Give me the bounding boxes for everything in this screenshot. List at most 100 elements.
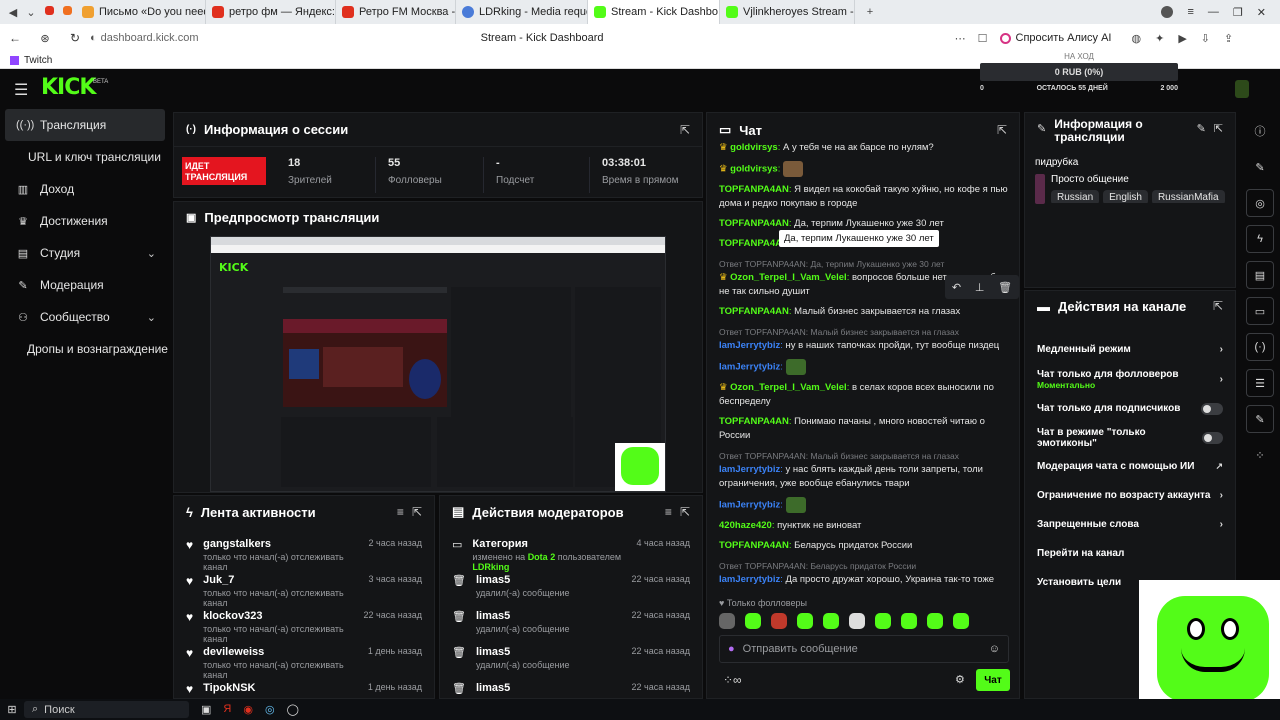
category-name[interactable]: Просто общение (1051, 174, 1225, 185)
chat-username[interactable]: TOPFANPA4AN (719, 416, 789, 427)
chat-username[interactable]: IamJerrytybiz (719, 464, 780, 475)
emote-button[interactable] (823, 613, 839, 629)
popout-icon[interactable]: ⇱ (1213, 299, 1223, 313)
start-icon[interactable]: ⊞ (0, 703, 24, 716)
emote-button[interactable] (771, 613, 787, 629)
community-points-icon[interactable]: ⁘∞ (723, 673, 742, 687)
app-icon[interactable]: ◯ (287, 703, 299, 716)
chat-message[interactable]: TOPFANPA4AN: Беларусь придаток России (719, 539, 1011, 553)
chat-username[interactable]: IamJerrytybiz (719, 500, 780, 511)
wrench-icon[interactable]: ✎ (1246, 405, 1274, 433)
action-account-age[interactable]: Ограничение по возрасту аккаунта › (1025, 481, 1235, 510)
action-emote-only[interactable]: Чат в режиме "только эмотиконы" (1025, 423, 1235, 452)
speaker-icon[interactable]: ◀ (4, 6, 22, 19)
lightning-icon[interactable]: ϟ (1246, 225, 1274, 253)
emote-button[interactable] (797, 613, 813, 629)
filter-icon[interactable]: ≡ (665, 505, 672, 519)
emote-button[interactable] (849, 613, 865, 629)
sidebar-item-drops[interactable]: Дропы и вознаграждение (0, 333, 170, 365)
action-banned-words[interactable]: Запрещенные слова › (1025, 510, 1235, 539)
hamburger-menu-icon[interactable]: ☰ (14, 80, 28, 100)
action-slow-mode[interactable]: Медленный режим › (1025, 335, 1235, 364)
chat-input[interactable]: ● Отправить сообщение ☺ (719, 635, 1009, 663)
chat-message[interactable]: TOPFANPA4AN: Понимаю пачаны , много ново… (719, 415, 1011, 443)
sidebar-item-studio[interactable]: ▤ Студия ⌄ (0, 237, 170, 269)
steam-icon[interactable]: ◎ (265, 703, 275, 716)
chat-username[interactable]: IamJerrytybiz (719, 574, 780, 585)
tag-chip[interactable]: RussianMafia (1151, 190, 1225, 203)
extensions-icon[interactable]: ✦ (1155, 32, 1164, 45)
tab-list-icon[interactable]: ⌄ (22, 6, 40, 19)
sidebar-item-url-key[interactable]: URL и ключ трансляции (0, 141, 170, 173)
reply-icon[interactable]: ↶ (952, 281, 961, 294)
restore-icon[interactable]: ❐ (1233, 6, 1243, 19)
tab-kick-watch[interactable]: Vjlinkheroyes Stream - Wa... (720, 0, 855, 24)
action-ai-moderation[interactable]: Модерация чата с помощью ИИ ↗ (1025, 452, 1235, 481)
activity-user[interactable]: TipokNSK (203, 682, 255, 694)
chat-message[interactable]: IamJerrytybiz: (719, 359, 1011, 375)
popout-icon[interactable]: ⇱ (997, 123, 1007, 137)
chat-message-list[interactable]: ♛ goldvirsys: А у тебя че на ак барсе по… (719, 141, 1011, 589)
shield-icon[interactable]: ⊛ (30, 32, 60, 45)
chat-username[interactable]: Ozon_Terpel_I_Vam_Velel (730, 272, 847, 283)
chat-username[interactable]: goldvirsys (730, 164, 778, 175)
mod-action-title[interactable]: limas5 (476, 682, 510, 694)
mod-action-game[interactable]: Dota 2 (528, 552, 556, 562)
broadcast-icon[interactable]: (·) (1246, 333, 1274, 361)
chat-message[interactable]: 420haze420: пунктик не виноват (719, 519, 1011, 533)
chat-message[interactable]: Ответ TOPFANPA4AN: Беларусь придаток Рос… (719, 559, 1011, 589)
close-window-icon[interactable]: ✕ (1257, 6, 1266, 19)
popout-icon[interactable]: ⇱ (680, 123, 690, 137)
tag-chip[interactable]: Russian (1051, 190, 1100, 203)
activity-user[interactable]: devileweiss (203, 646, 358, 658)
taskbar-search[interactable]: ⌕ Поиск (24, 701, 189, 718)
filter-icon[interactable]: ≡ (397, 505, 404, 519)
chat-message[interactable]: ♛ goldvirsys: (719, 161, 1011, 177)
pin-icon[interactable]: ⊥ (975, 281, 985, 294)
bookmark-icon[interactable]: ☐ (978, 32, 988, 45)
activity-user[interactable]: klockov323 (203, 610, 353, 622)
mod-action-user[interactable]: LDRking (472, 562, 509, 572)
chat-username[interactable]: TOPFANPA4AN (719, 540, 789, 551)
menu-icon[interactable]: ≡ (1187, 6, 1193, 19)
mod-action-title[interactable]: limas5 (476, 646, 570, 658)
chat-icon[interactable]: ▭ (1246, 297, 1274, 325)
chat-message[interactable]: TOPFANPA4AN: Я видел на кокобай такую ху… (719, 183, 1011, 211)
more-icon[interactable]: ⋯ (955, 32, 966, 45)
user-avatar[interactable] (1235, 80, 1249, 98)
popout-icon[interactable]: ⇱ (1214, 122, 1223, 135)
mod-action-title[interactable]: limas5 (476, 574, 570, 586)
info-icon[interactable]: ⓘ (1246, 117, 1274, 145)
tab-mail[interactable]: Письмо «Do you need to ... (76, 0, 206, 24)
emote-button[interactable] (745, 613, 761, 629)
chat-username[interactable]: TOPFANPA4AN (719, 184, 789, 195)
share-icon[interactable]: ⇪ (1224, 32, 1233, 45)
chat-message[interactable]: TOPFANPA4AN: Малый бизнес закрывается на… (719, 305, 1011, 319)
emote-only-toggle[interactable] (1201, 431, 1223, 444)
mod-action-title[interactable]: limas5 (476, 610, 570, 622)
clipboard-icon[interactable]: ▤ (1246, 261, 1274, 289)
action-followers-only[interactable]: Чат только для фолловеров Моментально › (1025, 364, 1235, 394)
chat-username[interactable]: goldvirsys (730, 142, 778, 153)
activity-user[interactable]: gangstalkers (203, 538, 358, 550)
action-subscribers-only[interactable]: Чат только для подписчиков (1025, 394, 1235, 423)
chat-message[interactable]: ♛ goldvirsys: А у тебя че на ак барсе по… (719, 141, 1011, 155)
chat-username[interactable]: Ozon_Terpel_I_Vam_Velel (730, 382, 847, 393)
popout-icon[interactable]: ⇱ (412, 505, 422, 519)
tab-yandex[interactable]: ретро фм — Яндекс: наш... (206, 0, 336, 24)
sidebar-item-achievements[interactable]: ♛ Достижения (0, 205, 170, 237)
downloads-icon[interactable]: ⇩ (1201, 32, 1210, 45)
tab-pinned-2[interactable] (58, 6, 76, 18)
task-view-icon[interactable]: ▣ (201, 703, 211, 716)
emote-button[interactable] (953, 613, 969, 629)
camera-icon[interactable]: ◎ (1246, 189, 1274, 217)
sidebar-item-stream[interactable]: ((·)) Трансляция (5, 109, 165, 141)
reload-icon[interactable]: ↻ (60, 31, 90, 45)
emote-button[interactable] (719, 613, 735, 629)
emote-button[interactable] (901, 613, 917, 629)
new-tab-icon[interactable]: + (861, 6, 879, 18)
emote-button[interactable] (927, 613, 943, 629)
tab-pinned-1[interactable] (40, 6, 58, 18)
url-field[interactable]: dashboard.kick.com (101, 32, 481, 44)
mic-icon[interactable]: ● (728, 643, 735, 655)
